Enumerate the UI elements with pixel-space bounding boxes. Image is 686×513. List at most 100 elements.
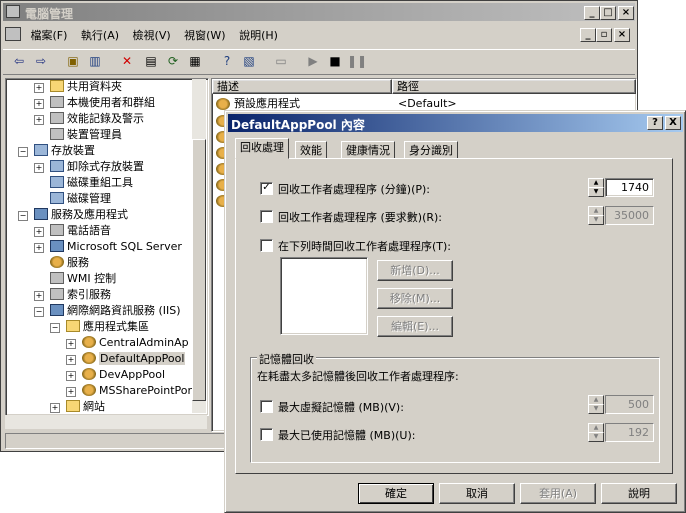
tree-disk-management[interactable]: 磁碟管理 — [36, 191, 111, 207]
max-virtual-memory-value[interactable]: 500 — [605, 395, 654, 414]
tree-perf-logs[interactable]: + 效能記錄及警示 — [34, 111, 144, 127]
cancel-button[interactable]: 取消 — [439, 483, 515, 504]
maximize-button[interactable]: □ — [600, 6, 616, 20]
recycle-minutes-value[interactable]: 1740 — [605, 178, 654, 197]
services-apps-icon — [34, 208, 48, 220]
perf-icon — [50, 112, 64, 124]
recycle-minutes-checkbox[interactable]: ✓ — [260, 182, 273, 195]
memory-desc: 在耗盡太多記憶體後回收工作者處理程序: — [257, 370, 459, 383]
properties-icon[interactable]: ▤ — [141, 52, 161, 70]
tree-telephony[interactable]: + 電話語音 — [34, 223, 111, 239]
iis-icon — [50, 304, 64, 316]
pause-icon[interactable]: ❚❚ — [347, 52, 367, 70]
spin-down-icon[interactable]: ▼ — [588, 404, 604, 414]
column-header-description[interactable]: 描述 — [212, 79, 392, 94]
export-list-icon[interactable]: ▦ — [185, 52, 205, 70]
tab-health[interactable]: 健康情況 — [341, 141, 395, 158]
tree-shared-folders[interactable]: + 共用資料夾 — [34, 79, 122, 95]
spin-down-icon[interactable]: ▼ — [588, 187, 604, 197]
help-icon[interactable]: ? — [217, 52, 237, 70]
tree-services[interactable]: 服務 — [36, 255, 89, 271]
tree-sql-server[interactable]: + Microsoft SQL Server — [34, 239, 182, 255]
menu-action[interactable]: 執行(A) — [81, 29, 119, 42]
spin-down-icon[interactable]: ▼ — [588, 432, 604, 442]
stop-icon[interactable]: ■ — [325, 52, 345, 70]
edit-time-button[interactable]: 編輯(E)... — [377, 316, 453, 337]
main-titlebar[interactable]: 電腦管理 _ □ × — [3, 3, 635, 21]
app-pool-icon — [82, 368, 96, 380]
max-used-memory-checkbox[interactable] — [260, 428, 273, 441]
folder-icon — [66, 400, 80, 412]
recycle-requests-spinner[interactable]: ▲ ▼ 35000 — [588, 206, 654, 225]
menu-help[interactable]: 說明(H) — [239, 29, 278, 42]
tree-services-apps[interactable]: − 服務及應用程式 — [18, 207, 128, 223]
dialog-help-button[interactable]: ? — [647, 116, 663, 130]
tree-removable-storage[interactable]: + 卸除式存放裝置 — [34, 159, 144, 175]
remove-time-button[interactable]: 移除(M)... — [377, 288, 453, 309]
tree-storage[interactable]: − 存放裝置 — [18, 143, 95, 159]
refresh-icon[interactable]: ⟳ — [163, 52, 183, 70]
folder-open-icon — [66, 320, 80, 332]
menu-window[interactable]: 視窗(W) — [184, 29, 225, 42]
device-manager-icon — [50, 128, 64, 140]
tree-mssharepoint[interactable]: + MSSharePointPor — [66, 383, 192, 399]
play-icon[interactable]: ▶ — [303, 52, 323, 70]
close-button[interactable]: × — [618, 6, 634, 20]
computer-icon[interactable]: ▭ — [271, 52, 291, 70]
mdi-restore-button[interactable]: ▫ — [596, 28, 612, 42]
menu-view[interactable]: 檢視(V) — [133, 29, 171, 42]
forward-arrow-icon[interactable]: ⇨ — [31, 52, 51, 70]
tree-scroll-thumb[interactable] — [192, 139, 206, 401]
recycle-requests-checkbox[interactable] — [260, 210, 273, 223]
show-hide-action-icon[interactable]: ▧ — [239, 52, 259, 70]
column-header-path[interactable]: 路徑 — [392, 79, 636, 94]
max-virtual-memory-checkbox[interactable] — [260, 400, 273, 413]
back-arrow-icon[interactable]: ⇦ — [9, 52, 29, 70]
dialog-titlebar[interactable]: DefaultAppPool 內容 ? X — [228, 114, 683, 132]
tree-local-users[interactable]: + 本機使用者和群組 — [34, 95, 155, 111]
tree-device-manager[interactable]: 裝置管理員 — [36, 127, 122, 143]
removable-storage-icon — [50, 160, 64, 172]
recycle-times-list[interactable] — [280, 257, 368, 335]
tree-websites[interactable]: + 網站 — [50, 399, 105, 415]
tree-scrollbar[interactable] — [192, 79, 206, 413]
show-tree-icon[interactable]: ▥ — [85, 52, 105, 70]
max-virtual-memory-spinner[interactable]: ▲ ▼ 500 — [588, 395, 654, 414]
tab-recycling[interactable]: 回收處理 — [235, 138, 289, 159]
apply-button[interactable]: 套用(A) — [520, 483, 596, 504]
tree-pane[interactable]: + 共用資料夾 + 本機使用者和群組 + 效能記錄及警示 裝置管理員 − 存放裝置 + 卸… — [5, 78, 209, 416]
tree-centraladmin[interactable]: + CentralAdminAp — [66, 335, 189, 351]
dialog-close-button[interactable]: X — [665, 116, 681, 130]
tree-app-pools[interactable]: − 應用程式集區 — [50, 319, 149, 335]
tree-indexing[interactable]: + 索引服務 — [34, 287, 111, 303]
tab-performance[interactable]: 效能 — [295, 141, 327, 158]
app-pool-icon — [82, 336, 96, 348]
max-used-memory-value[interactable]: 192 — [605, 423, 654, 442]
recycle-times-checkbox[interactable] — [260, 239, 273, 252]
max-used-memory-spinner[interactable]: ▲ ▼ 192 — [588, 423, 654, 442]
help-button[interactable]: 說明 — [601, 483, 677, 504]
memory-groupbox: 記憶體回收 在耗盡太多記憶體後回收工作者處理程序: 最大虛擬記憶體 (MB)(V… — [250, 351, 660, 463]
tree-hscrollbar[interactable] — [5, 415, 207, 429]
defrag-icon — [50, 176, 64, 188]
tree-iis[interactable]: − 網際網路資訊服務 (IIS) — [34, 303, 181, 319]
menu-file[interactable]: 檔案(F) — [31, 29, 68, 42]
mdi-minimize-button[interactable]: _ — [580, 28, 596, 42]
delete-icon[interactable]: ✕ — [117, 52, 137, 70]
up-folder-icon[interactable]: ▣ — [63, 52, 83, 70]
tree-wmi[interactable]: WMI 控制 — [36, 271, 116, 287]
minimize-button[interactable]: _ — [584, 6, 600, 20]
recycle-minutes-spinner[interactable]: ▲ ▼ 1740 — [588, 178, 654, 197]
recycle-requests-value[interactable]: 35000 — [605, 206, 654, 225]
app-pool-icon — [82, 384, 96, 396]
add-time-button[interactable]: 新增(D)... — [377, 260, 453, 281]
tab-identity[interactable]: 身分識別 — [404, 141, 458, 158]
spin-down-icon[interactable]: ▼ — [588, 215, 604, 225]
tree-devapppool[interactable]: + DevAppPool — [66, 367, 165, 383]
tree-defrag[interactable]: 磁碟重組工具 — [36, 175, 133, 191]
main-title: 電腦管理 — [25, 7, 74, 21]
mdi-close-button[interactable]: × — [614, 28, 630, 42]
ok-button[interactable]: 確定 — [358, 483, 434, 504]
tree-defaultapppool[interactable]: + DefaultAppPool — [66, 351, 186, 367]
max-used-memory-label: 最大已使用記憶體 (MB)(U): — [278, 429, 416, 442]
